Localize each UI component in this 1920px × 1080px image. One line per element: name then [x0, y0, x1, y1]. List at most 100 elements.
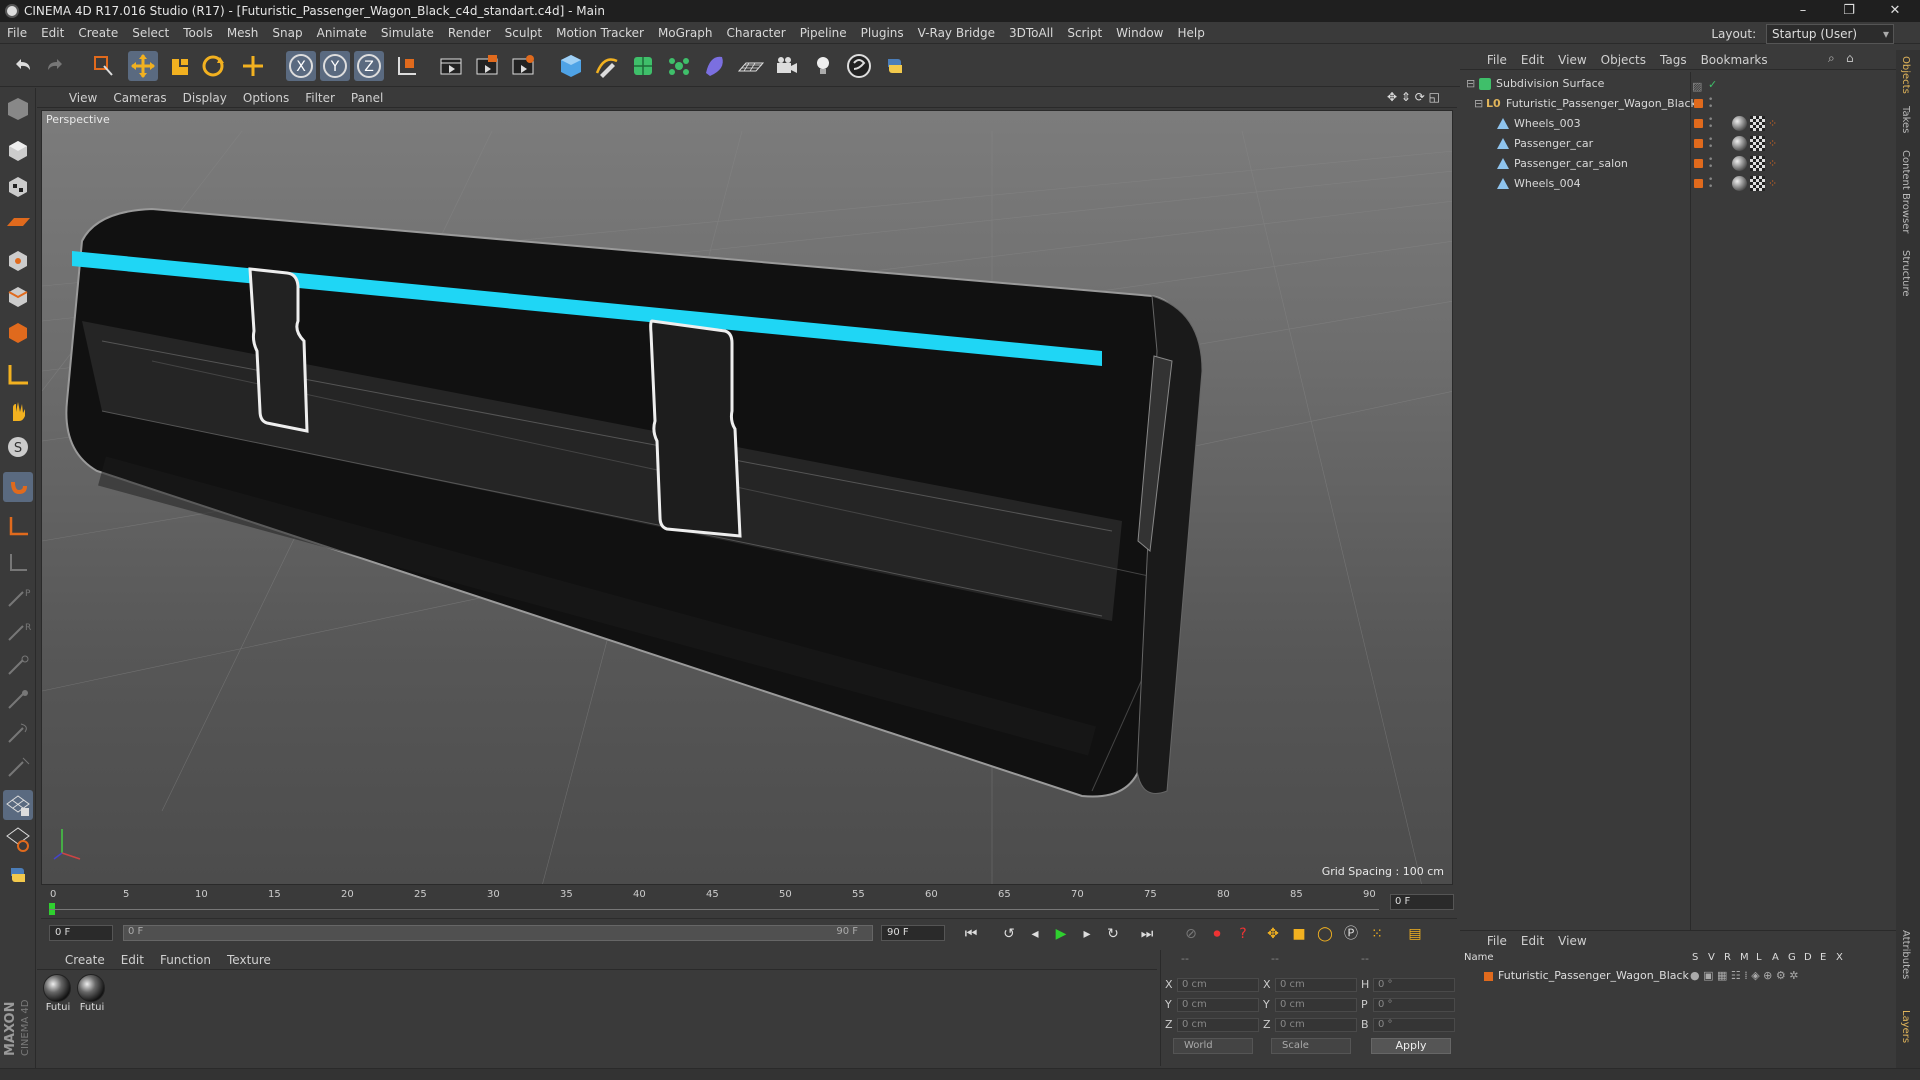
viewport-menu-panel[interactable]: Panel [343, 88, 391, 108]
texture-tag-icon[interactable] [1750, 176, 1765, 191]
phong-tag-icon[interactable]: ⁘ [1768, 114, 1777, 134]
menu-animate[interactable]: Animate [310, 22, 374, 44]
viewport-menu-display[interactable]: Display [175, 88, 235, 108]
points-mode-icon[interactable] [3, 246, 33, 276]
rotation-h-field[interactable]: 0 ° [1373, 978, 1455, 992]
maximize-button[interactable]: ❐ [1826, 0, 1872, 22]
paint-icon[interactable] [3, 684, 33, 714]
menu-render[interactable]: Render [441, 22, 498, 44]
object-menu-edit[interactable]: Edit [1514, 50, 1551, 70]
subdivision-surface-icon[interactable] [628, 51, 658, 81]
collapse-icon[interactable]: ⊟ [1466, 74, 1475, 94]
texture-mode-icon[interactable] [3, 172, 33, 202]
record-keys-icon[interactable]: ⊘ [1179, 923, 1203, 945]
object-row[interactable]: ⊟ Subdivision Surface ▨ ✓ [1460, 74, 1896, 94]
preview-range-slider[interactable]: 0 F 90 F [123, 925, 873, 941]
live-selection-icon[interactable] [88, 51, 118, 81]
redo-icon[interactable] [40, 51, 70, 81]
spline-brush-icon[interactable] [3, 718, 33, 748]
menu-3dtoall[interactable]: 3DToAll [1002, 22, 1060, 44]
size-z-field[interactable]: 0 cm [1275, 1018, 1357, 1032]
previous-frame-icon[interactable]: ◂ [1023, 923, 1047, 945]
pen-spline-icon[interactable] [592, 51, 622, 81]
start-frame-field[interactable]: 0 F [49, 925, 113, 941]
menu-edit[interactable]: Edit [34, 22, 71, 44]
object-menu-bookmarks[interactable]: Bookmarks [1694, 50, 1775, 70]
timeline[interactable]: 0 5 10 15 20 25 30 35 40 45 50 55 60 65 … [41, 887, 1457, 917]
menu-script[interactable]: Script [1060, 22, 1109, 44]
multi-transform-icon[interactable] [238, 51, 268, 81]
viewport-navigation-icons[interactable]: ✥ ⇕ ⟳ ◱ [1387, 90, 1440, 104]
object-menu-objects[interactable]: Objects [1594, 50, 1653, 70]
close-button[interactable]: ✕ [1872, 0, 1918, 22]
menu-snap[interactable]: Snap [265, 22, 309, 44]
menu-window[interactable]: Window [1109, 22, 1170, 44]
size-x-field[interactable]: 0 cm [1275, 978, 1357, 992]
material-menu-texture[interactable]: Texture [219, 950, 279, 970]
light-icon[interactable] [808, 51, 838, 81]
brush-icon[interactable] [3, 650, 33, 680]
axis-mode-icon[interactable] [3, 360, 33, 390]
x-axis-icon[interactable]: X [286, 51, 316, 81]
menu-tools[interactable]: Tools [176, 22, 220, 44]
position-y-field[interactable]: 0 cm [1177, 998, 1259, 1012]
material-tag-icon[interactable] [1732, 176, 1747, 191]
tab-takes[interactable]: Takes [1900, 106, 1911, 133]
phong-tag-icon[interactable]: ⁘ [1768, 134, 1777, 154]
menu-select[interactable]: Select [125, 22, 176, 44]
object-manager-divider[interactable] [1690, 72, 1691, 932]
visibility-dots-icon[interactable]: • • [1708, 156, 1713, 172]
move-icon[interactable] [128, 51, 158, 81]
material-swatch[interactable]: Futui [77, 974, 107, 1013]
soft-selection-icon[interactable] [3, 824, 33, 854]
menu-plugins[interactable]: Plugins [854, 22, 911, 44]
minimize-button[interactable]: – [1780, 0, 1826, 22]
python-script-icon[interactable] [3, 860, 33, 890]
material-tag-icon[interactable] [1732, 136, 1747, 151]
tab-attributes[interactable]: Attributes [1900, 930, 1911, 979]
layer-menu-view[interactable]: View [1551, 931, 1593, 951]
workplane-icon[interactable] [3, 512, 33, 542]
size-y-field[interactable]: 0 cm [1275, 998, 1357, 1012]
rotation-p-field[interactable]: 0 ° [1373, 998, 1455, 1012]
key-scale-icon[interactable]: ■ [1287, 923, 1311, 945]
layer-color-swatch[interactable] [1694, 179, 1703, 188]
key-parameter-icon[interactable]: Ⓟ [1339, 923, 1363, 945]
go-to-end-icon[interactable]: ⏭ [1135, 923, 1159, 945]
undo-icon[interactable] [8, 51, 38, 81]
position-z-field[interactable]: 0 cm [1177, 1018, 1259, 1032]
go-to-start-icon[interactable]: ⏮ [959, 923, 983, 945]
perspective-viewport[interactable]: Perspective Grid Spacing : 100 cm [41, 110, 1453, 885]
planar-workplane-icon[interactable]: P [3, 582, 33, 612]
visibility-dots-icon[interactable]: • • [1708, 96, 1713, 112]
search-icon[interactable]: ⌕ [1828, 51, 1835, 66]
key-position-icon[interactable]: ✥ [1261, 923, 1285, 945]
material-menu-function[interactable]: Function [152, 950, 219, 970]
object-row[interactable]: Passenger_car • • ⁘ [1460, 134, 1896, 154]
key-point-level-icon[interactable]: ⁙ [1365, 923, 1389, 945]
tab-content-browser[interactable]: Content Browser [1900, 150, 1911, 233]
texture-tag-icon[interactable] [1750, 136, 1765, 151]
viewport-menu-options[interactable]: Options [235, 88, 297, 108]
layer-color-swatch[interactable] [1694, 119, 1703, 128]
material-swatch[interactable]: Futui [43, 974, 73, 1013]
menu-vray-bridge[interactable]: V-Ray Bridge [911, 22, 1002, 44]
snap-icon[interactable]: S [3, 432, 33, 462]
timeline-window-icon[interactable]: ▤ [1403, 923, 1427, 945]
coordinate-system-icon[interactable] [392, 51, 422, 81]
texture-tag-icon[interactable] [1750, 116, 1765, 131]
layer-row[interactable]: Futuristic_Passenger_Wagon_Black ● ▣ ▦ ☷… [1460, 967, 1896, 985]
object-menu-tags[interactable]: Tags [1653, 50, 1694, 70]
object-row[interactable]: Wheels_003 • • ⁘ [1460, 114, 1896, 134]
make-editable-icon[interactable] [3, 94, 33, 124]
menu-simulate[interactable]: Simulate [374, 22, 441, 44]
keyframe-selection-icon[interactable]: ? [1231, 923, 1255, 945]
workplane-mode-icon[interactable] [3, 208, 33, 238]
tab-layers[interactable]: Layers [1900, 1010, 1911, 1043]
menu-create[interactable]: Create [71, 22, 125, 44]
object-row[interactable]: Passenger_car_salon • • ⁘ [1460, 154, 1896, 174]
sculpt-brush-icon[interactable] [3, 752, 33, 782]
size-mode-dropdown[interactable]: Scale [1271, 1038, 1351, 1054]
menu-sculpt[interactable]: Sculpt [498, 22, 549, 44]
python-generator-icon[interactable] [844, 51, 874, 81]
